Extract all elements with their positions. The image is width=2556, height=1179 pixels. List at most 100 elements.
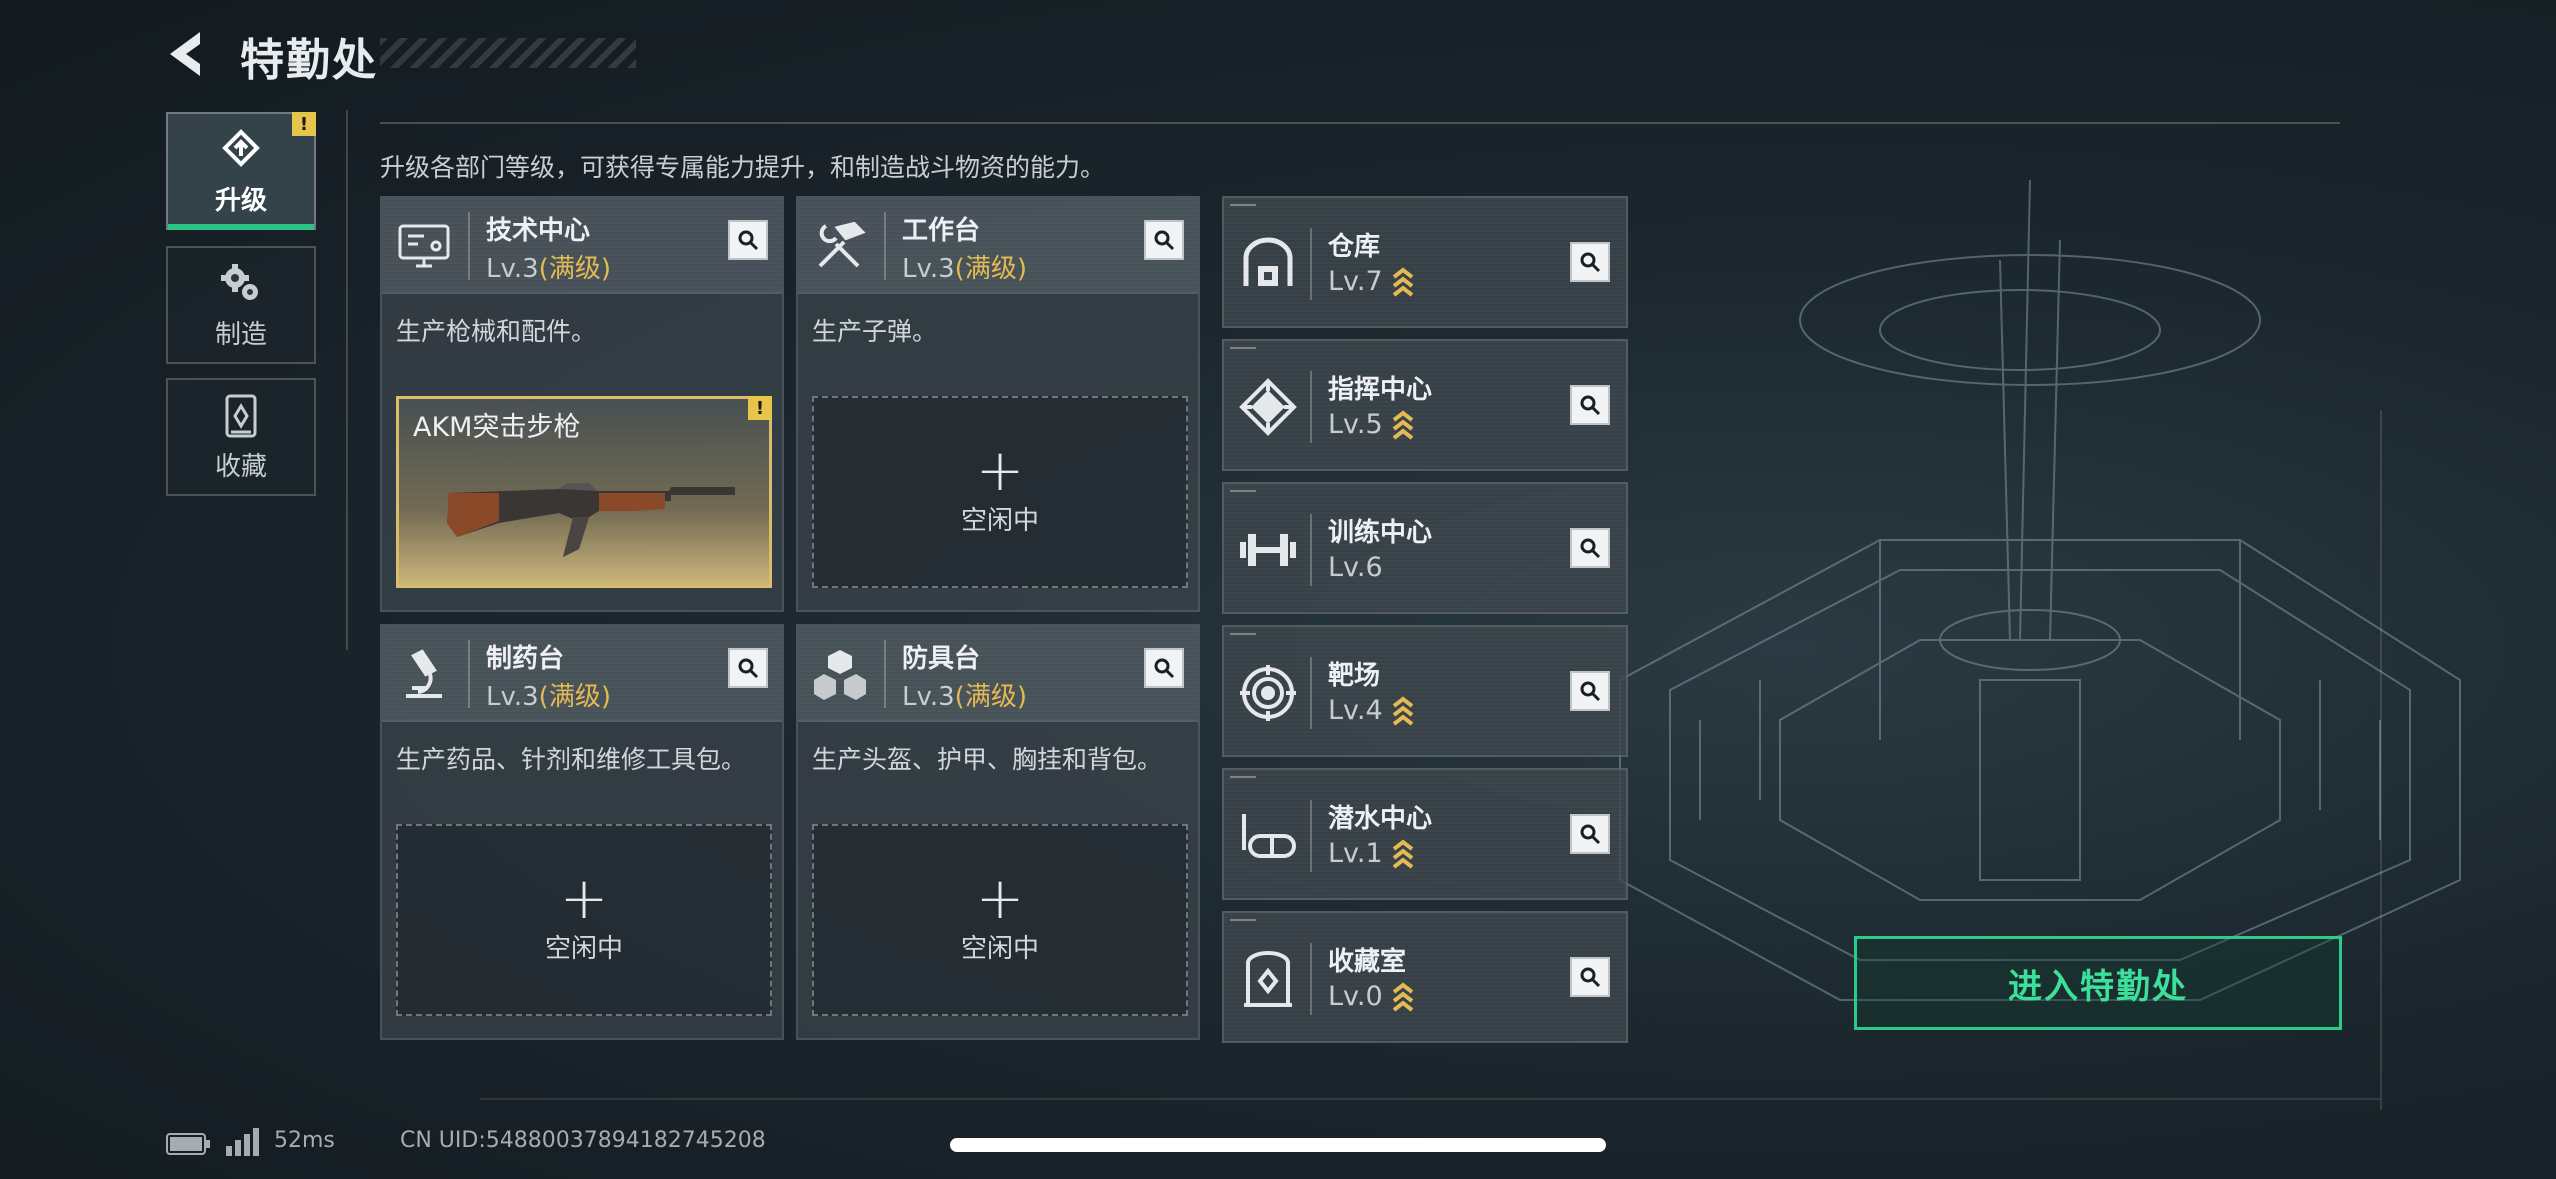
inspect-button[interactable]	[1144, 648, 1184, 688]
card-separator	[1310, 800, 1312, 872]
tab-divider	[346, 110, 348, 650]
facility-level: Lv.7	[1328, 266, 1415, 297]
level-text: Lv.6	[1328, 552, 1383, 583]
production-slot-empty[interactable]: + 空闲中	[812, 824, 1188, 1016]
level-text: Lv.1	[1328, 838, 1383, 869]
level-text: Lv.4	[1328, 695, 1383, 726]
facility-level: Lv.0	[1328, 981, 1415, 1012]
active-tab-indicator	[168, 224, 314, 230]
slot-status-label: 空闲中	[960, 505, 1039, 536]
level-text: Lv.0	[1328, 981, 1383, 1012]
level-text: Lv.5	[1328, 409, 1383, 440]
warehouse-icon	[1243, 237, 1293, 286]
magnifier-icon	[1580, 681, 1601, 702]
department-card-armory: 防具台 Lv.3(满级) 生产头盔、护甲、胸挂和背包。 + 空闲中	[796, 624, 1200, 1040]
facility-level: Lv.5	[1328, 409, 1415, 440]
title-decoration	[380, 38, 636, 68]
department-name: 技术中心	[486, 216, 591, 246]
card-header: 工作台 Lv.3(满级)	[798, 198, 1198, 294]
top-divider	[380, 122, 2340, 124]
magnifier-icon	[1580, 395, 1601, 416]
diving-mask-icon	[1242, 814, 1296, 858]
max-level-tag: (满级)	[954, 254, 1027, 284]
production-slot-item[interactable]: AKM突击步枪 !	[396, 396, 772, 588]
level-text: Lv.3	[486, 682, 539, 712]
production-slot-empty[interactable]: + 空闲中	[812, 396, 1188, 588]
slot-status-label: 空闲中	[544, 933, 623, 964]
card-separator	[884, 212, 886, 280]
back-arrow-icon[interactable]	[160, 26, 216, 82]
enter-special-ops-button[interactable]: 进入特勤处	[1854, 936, 2342, 1030]
add-plus-icon: +	[559, 863, 609, 932]
department-description: 生产子弹。	[812, 317, 938, 346]
inspect-button[interactable]	[1144, 220, 1184, 260]
card-separator	[1310, 943, 1312, 1015]
card-header: 制药台 Lv.3(满级)	[382, 626, 782, 722]
facility-card-diving-center[interactable]: 潜水中心 Lv.1	[1222, 768, 1628, 900]
inspect-button[interactable]	[1570, 242, 1610, 282]
signal-icon	[226, 1128, 259, 1156]
upgrade-available-icon	[1392, 838, 1413, 869]
facility-level: Lv.6	[1328, 552, 1383, 583]
facility-card-collection-room[interactable]: 收藏室 Lv.0	[1222, 911, 1628, 1043]
facility-name: 指挥中心	[1328, 375, 1433, 405]
department-description: 生产头盔、护甲、胸挂和背包。	[812, 745, 1163, 774]
facility-name: 仓库	[1328, 232, 1381, 262]
upgrade-available-icon	[1392, 695, 1413, 726]
department-name: 工作台	[902, 216, 981, 246]
inspect-button[interactable]	[1570, 957, 1610, 997]
gears-icon	[221, 263, 258, 300]
production-slot-empty[interactable]: + 空闲中	[396, 824, 772, 1016]
department-description: 生产药品、针剂和维修工具包。	[396, 745, 747, 774]
corner-decoration	[1230, 919, 1256, 921]
card-separator	[884, 640, 886, 708]
page-title: 特勤处	[240, 35, 378, 86]
tab-collection[interactable]: 收藏	[166, 378, 316, 496]
inspect-button[interactable]	[1570, 528, 1610, 568]
inspect-button[interactable]	[1570, 385, 1610, 425]
upgrade-available-icon	[1392, 266, 1413, 297]
base-blueprint-art	[1619, 179, 2461, 1001]
warning-badge: !	[748, 396, 772, 420]
facility-card-warehouse[interactable]: 仓库 Lv.7	[1222, 196, 1628, 328]
department-description: 生产枪械和配件。	[396, 317, 597, 346]
corner-decoration	[1230, 633, 1256, 635]
trophy-case-icon	[1244, 951, 1292, 1007]
max-level-tag: (满级)	[538, 254, 611, 284]
department-card-pharmacy: 制药台 Lv.3(满级) 生产药品、针剂和维修工具包。 + 空闲中	[380, 624, 784, 1040]
department-level: Lv.3(满级)	[902, 676, 1027, 713]
card-separator	[1310, 228, 1312, 300]
blueprint-vertical-line	[2380, 410, 2382, 1110]
upgrade-available-icon	[1392, 981, 1413, 1012]
facility-level: Lv.1	[1328, 838, 1415, 869]
inspect-button[interactable]	[1570, 814, 1610, 854]
corner-decoration	[1230, 347, 1256, 349]
magnifier-icon	[1580, 967, 1601, 988]
inspect-button[interactable]	[728, 220, 768, 260]
facility-card-command-center[interactable]: 指挥中心 Lv.5	[1222, 339, 1628, 471]
facility-card-shooting-range[interactable]: 靶场 Lv.4	[1222, 625, 1628, 757]
add-plus-icon: +	[975, 863, 1025, 932]
facility-name: 潜水中心	[1328, 804, 1433, 834]
warning-badge: !	[292, 112, 316, 136]
card-header: 防具台 Lv.3(满级)	[798, 626, 1198, 722]
blueprint-bottom-line	[480, 1098, 2380, 1100]
inspect-button[interactable]	[1570, 671, 1610, 711]
upgrade-icon	[222, 128, 260, 167]
inspect-button[interactable]	[728, 648, 768, 688]
department-level: Lv.3(满级)	[486, 676, 611, 713]
card-separator	[1310, 657, 1312, 729]
facility-card-training-center[interactable]: 训练中心 Lv.6	[1222, 482, 1628, 614]
slot-status-label: 空闲中	[960, 933, 1039, 964]
home-indicator[interactable]	[950, 1138, 1606, 1152]
corner-decoration	[1230, 204, 1256, 206]
facility-name: 收藏室	[1328, 947, 1407, 977]
tab-craft-label: 制造	[214, 319, 267, 350]
computer-icon	[398, 224, 450, 268]
tab-upgrade[interactable]: 升级 !	[166, 112, 316, 230]
magnifier-icon	[738, 230, 759, 251]
tab-craft[interactable]: 制造	[166, 246, 316, 364]
magnifier-icon	[1580, 824, 1601, 845]
microscope-icon	[406, 649, 442, 698]
tools-icon	[818, 221, 866, 268]
